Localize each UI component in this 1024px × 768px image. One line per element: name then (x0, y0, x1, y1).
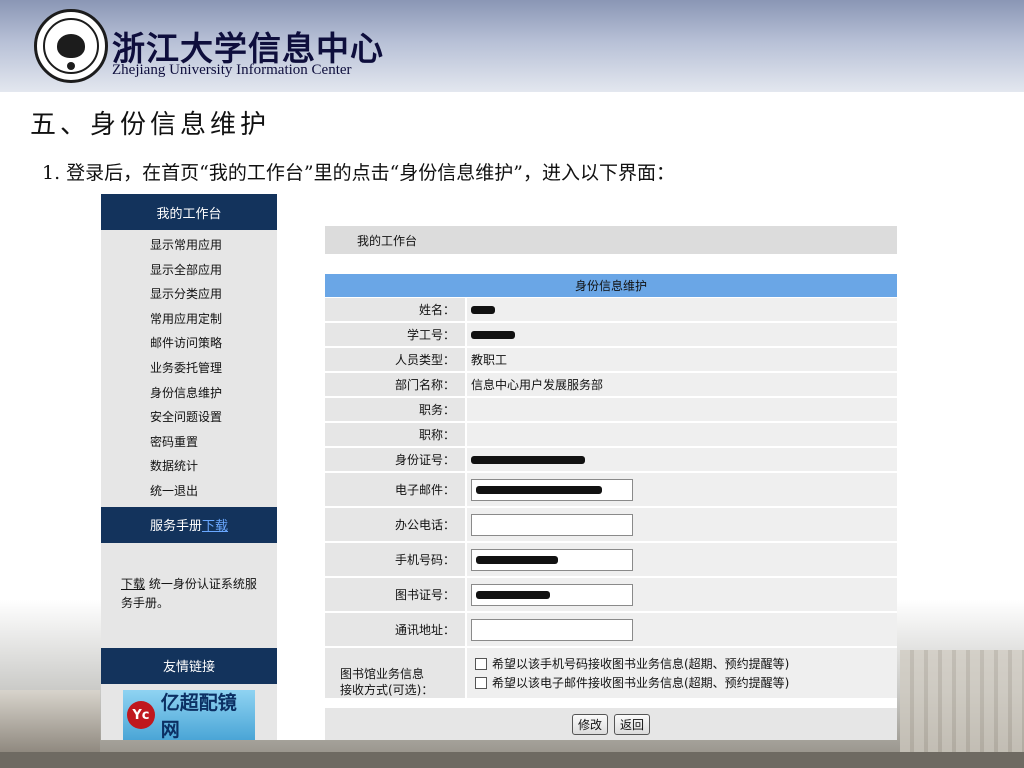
instruction-text: 1. 登录后，在首页“我的工作台”里的点击“身份信息维护”，进入以下界面： (42, 162, 676, 184)
office-phone-field[interactable] (471, 513, 633, 536)
sidebar-item-identity-info[interactable]: 身份信息维护 (101, 381, 277, 406)
form-actions: 修改 返回 (325, 708, 897, 740)
mobile-label: 手机号码： (325, 543, 467, 576)
sidebar-item-all-apps[interactable]: 显示全部应用 (101, 258, 277, 283)
sidebar-item-delegation[interactable]: 业务委托管理 (101, 356, 277, 381)
partner-banner[interactable]: Yc 亿超配镜网 (123, 690, 255, 740)
sidebar-item-logout[interactable]: 统一退出 (101, 479, 277, 504)
section-title: 五、身份信息维护 (30, 110, 271, 140)
form-row-library-card: 图书证号： (325, 578, 897, 613)
form-row-mobile: 手机号码： (325, 543, 897, 578)
university-logo-icon (34, 9, 108, 83)
office-phone-label: 办公电话： (325, 508, 467, 541)
library-card-label: 图书证号： (325, 578, 467, 611)
form-row-id-card: 身份证号： (325, 448, 897, 473)
sidebar-item-security-questions[interactable]: 安全问题设置 (101, 405, 277, 430)
position-value (467, 398, 897, 421)
position-label: 职务： (325, 398, 467, 421)
partner-logo-icon: Yc (127, 701, 155, 729)
breadcrumb: 我的工作台 (325, 226, 897, 254)
id-card-label: 身份证号： (325, 448, 467, 471)
notify-mobile-option[interactable]: 希望以该手机号码接收图书业务信息(超期、预约提醒等) (475, 654, 789, 673)
person-type-label: 人员类型： (325, 348, 467, 371)
manual-body: 下载 统一身份认证系统服务手册。 (101, 543, 277, 648)
staff-id-label: 学工号： (325, 323, 467, 346)
form-row-name: 姓名： (325, 298, 897, 323)
manual-download-link[interactable]: 下载 (202, 515, 228, 534)
sidebar: 我的工作台 显示常用应用 显示全部应用 显示分类应用 常用应用定制 邮件访问策略… (101, 194, 277, 740)
org-name-en: Zhejiang University Information Center (112, 62, 352, 78)
modify-button[interactable]: 修改 (571, 713, 608, 735)
redacted-id-card (471, 455, 585, 464)
sidebar-item-category-apps[interactable]: 显示分类应用 (101, 282, 277, 307)
library-notify-label: 图书馆业务信息 接收方式(可选)： (325, 648, 467, 698)
redacted-library-card (476, 590, 550, 599)
department-label: 部门名称： (325, 373, 467, 396)
form-row-department: 部门名称： 信息中心用户发展服务部 (325, 373, 897, 398)
name-label: 姓名： (325, 298, 467, 321)
main-panel: 我的工作台 身份信息维护 姓名： 学工号： 人员类型： 教职工 部门名称： 信息… (277, 194, 897, 740)
title-value (467, 423, 897, 446)
form-row-staff-id: 学工号： (325, 323, 897, 348)
library-notify-label-line1: 图书馆业务信息 (340, 667, 425, 681)
redacted-email (476, 485, 602, 494)
sidebar-item-common-apps[interactable]: 显示常用应用 (101, 233, 277, 258)
address-label: 通讯地址： (325, 613, 467, 646)
redacted-staff-id (471, 330, 515, 339)
form-row-library-notify: 图书馆业务信息 接收方式(可选)： 希望以该手机号码接收图书业务信息(超期、预约… (325, 648, 897, 700)
form-row-office-phone: 办公电话： (325, 508, 897, 543)
app-screenshot: 我的工作台 显示常用应用 显示全部应用 显示分类应用 常用应用定制 邮件访问策略… (101, 194, 897, 740)
sidebar-item-mail-policy[interactable]: 邮件访问策略 (101, 331, 277, 356)
notify-email-option[interactable]: 希望以该电子邮件接收图书业务信息(超期、预约提醒等) (475, 673, 789, 692)
sidebar-manual-header: 服务手册 下载 (101, 506, 277, 543)
campus-building-right (900, 650, 1024, 768)
form-row-address: 通讯地址： (325, 613, 897, 648)
form-title: 身份信息维护 (325, 274, 897, 297)
email-field[interactable] (471, 478, 633, 501)
form-row-title: 职称： (325, 423, 897, 448)
person-type-value: 教职工 (467, 348, 897, 371)
slide-header: 浙江大学信息中心 Zhejiang University Information… (0, 0, 1024, 92)
sidebar-links-header: 友情链接 (101, 647, 277, 684)
form-row-email: 电子邮件： (325, 473, 897, 508)
notify-mobile-checkbox[interactable] (475, 657, 487, 670)
mobile-field[interactable] (471, 548, 633, 571)
library-card-field[interactable] (471, 583, 633, 606)
sidebar-item-password-reset[interactable]: 密码重置 (101, 430, 277, 455)
form-row-position: 职务： (325, 398, 897, 423)
title-label: 职称： (325, 423, 467, 446)
form-row-person-type: 人员类型： 教职工 (325, 348, 897, 373)
partner-banner-text: 亿超配镜网 (160, 692, 237, 740)
department-value: 信息中心用户发展服务部 (467, 373, 897, 396)
redacted-mobile (476, 555, 558, 564)
campus-ground (0, 752, 1024, 768)
identity-form: 姓名： 学工号： 人员类型： 教职工 部门名称： 信息中心用户发展服务部 职务：… (325, 298, 897, 700)
notify-email-text: 希望以该电子邮件接收图书业务信息(超期、预约提醒等) (492, 676, 790, 690)
address-field[interactable] (471, 618, 633, 641)
sidebar-item-statistics[interactable]: 数据统计 (101, 454, 277, 479)
library-notify-label-line2: 接收方式(可选)： (340, 683, 434, 697)
notify-mobile-text: 希望以该手机号码接收图书业务信息(超期、预约提醒等) (492, 657, 790, 671)
manual-title: 服务手册 (149, 519, 202, 535)
back-button[interactable]: 返回 (614, 713, 651, 735)
sidebar-item-customize-apps[interactable]: 常用应用定制 (101, 307, 277, 332)
redacted-name (471, 305, 495, 314)
notify-email-checkbox[interactable] (475, 676, 487, 689)
manual-body-download-link[interactable]: 下载 (121, 577, 145, 591)
email-label: 电子邮件： (325, 473, 467, 506)
sidebar-workbench-header: 我的工作台 (101, 194, 277, 230)
